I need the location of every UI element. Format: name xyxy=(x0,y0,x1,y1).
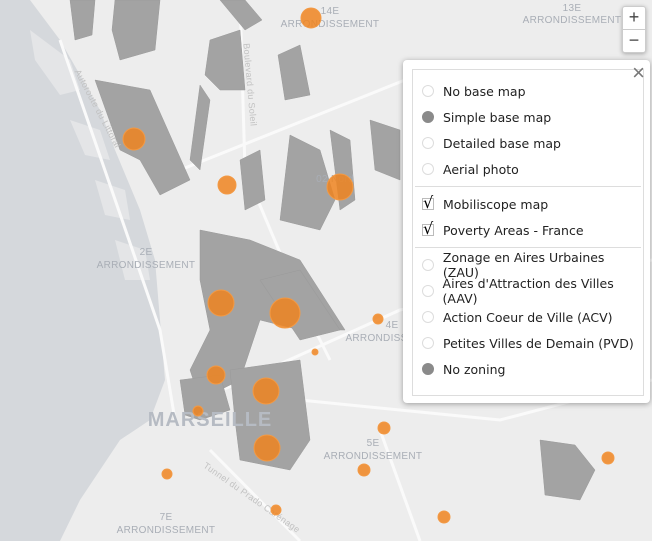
label-city: MARSEILLE xyxy=(148,409,273,431)
label-13e: 13E xyxy=(563,3,582,14)
zonings-option[interactable]: Aires d'Attraction des Villes (AAV) xyxy=(413,276,643,306)
radio-button[interactable] xyxy=(422,311,434,323)
district-marker[interactable] xyxy=(270,504,282,516)
district-marker[interactable] xyxy=(269,297,301,329)
zonings-option[interactable]: Petites Villes de Demain (PVD) xyxy=(413,330,643,356)
base-map-group: No base map Simple base map Detailed base … xyxy=(413,78,643,182)
district-marker[interactable] xyxy=(161,468,173,480)
label-5e-arr: ARRONDISSEMENT xyxy=(324,451,423,462)
base_maps-option[interactable]: Simple base map xyxy=(413,104,643,130)
label-7e: 7E xyxy=(160,512,173,523)
zonings-option[interactable]: Action Coeur de Ville (ACV) xyxy=(413,304,643,330)
radio-button[interactable] xyxy=(422,259,434,271)
base_maps-option[interactable]: Detailed base map xyxy=(413,130,643,156)
checkbox[interactable]: √ xyxy=(422,193,434,212)
zonings-option[interactable]: Zonage en Aires Urbaines (ZAU) xyxy=(413,250,643,280)
district-marker[interactable] xyxy=(326,173,354,201)
option-label: Detailed base map xyxy=(443,135,561,151)
overlay-group: √ Mobiliscope map √ Poverty Areas - France xyxy=(413,191,643,243)
label-7e-arr: ARRONDISSEMENT xyxy=(117,525,216,536)
radio-button[interactable] xyxy=(422,285,434,297)
option-label: Petites Villes de Demain (PVD) xyxy=(443,335,634,351)
option-label: Aires d'Attraction des Villes (AAV) xyxy=(442,276,614,306)
label-14e-arr: ARRONDISSEMENT xyxy=(281,19,380,30)
district-marker[interactable] xyxy=(357,463,371,477)
close-icon[interactable]: × xyxy=(632,62,645,84)
district-marker[interactable] xyxy=(122,127,146,151)
district-marker[interactable] xyxy=(601,451,615,465)
option-label: Poverty Areas - France xyxy=(443,222,584,238)
zoom-in-button[interactable]: + xyxy=(623,7,645,29)
option-label: Action Coeur de Ville (ACV) xyxy=(443,309,613,325)
district-marker[interactable] xyxy=(252,377,280,405)
district-marker[interactable] xyxy=(437,510,451,524)
label-2e: 2E xyxy=(140,247,153,258)
option-label: No zoning xyxy=(443,361,506,377)
district-marker[interactable] xyxy=(207,289,235,317)
overlays-option[interactable]: √ Poverty Areas - France xyxy=(413,217,643,243)
district-marker[interactable] xyxy=(217,175,237,195)
radio-button[interactable] xyxy=(422,137,434,149)
district-marker[interactable] xyxy=(311,348,319,356)
radio-button[interactable] xyxy=(422,111,434,123)
base_maps-option[interactable]: Aerial photo xyxy=(413,156,643,182)
radio-button[interactable] xyxy=(422,363,434,375)
district-marker[interactable] xyxy=(253,434,281,462)
district-marker[interactable] xyxy=(206,365,226,385)
district-marker[interactable] xyxy=(372,313,384,325)
base_maps-option[interactable]: No base map xyxy=(413,78,643,104)
radio-button[interactable] xyxy=(422,163,434,175)
layers-panel: No base map Simple base map Detailed base … xyxy=(403,60,650,403)
option-label: Simple base map xyxy=(443,109,552,125)
radio-button[interactable] xyxy=(422,337,434,349)
radio-button[interactable] xyxy=(422,85,434,97)
zoning-group: Zonage en Aires Urbaines (ZAU) Aires d'At… xyxy=(413,250,643,382)
zoom-out-button[interactable]: − xyxy=(623,29,645,52)
street-prado: Tunnel du Prado Carénage xyxy=(202,460,302,534)
label-5e: 5E xyxy=(367,438,380,449)
zonings-option[interactable]: No zoning xyxy=(413,356,643,382)
checkbox[interactable]: √ xyxy=(422,219,434,238)
district-marker[interactable] xyxy=(300,7,322,29)
label-4e: 4E xyxy=(386,320,399,331)
divider xyxy=(415,247,641,248)
option-label: No base map xyxy=(443,83,526,99)
check-icon: √ xyxy=(423,219,434,238)
district-marker[interactable] xyxy=(377,421,391,435)
overlays-option[interactable]: √ Mobiliscope map xyxy=(413,191,643,217)
label-13e-arr: ARRONDISSEMENT xyxy=(523,15,622,26)
option-label: Mobiliscope map xyxy=(443,196,549,212)
zoom-control: + − xyxy=(622,6,646,53)
label-2e-arr: ARRONDISSEMENT xyxy=(97,260,196,271)
divider xyxy=(415,186,641,187)
option-label: Aerial photo xyxy=(443,161,519,177)
district-marker[interactable] xyxy=(192,405,204,417)
label-14e: 14E xyxy=(321,6,340,17)
check-icon: √ xyxy=(423,193,434,212)
